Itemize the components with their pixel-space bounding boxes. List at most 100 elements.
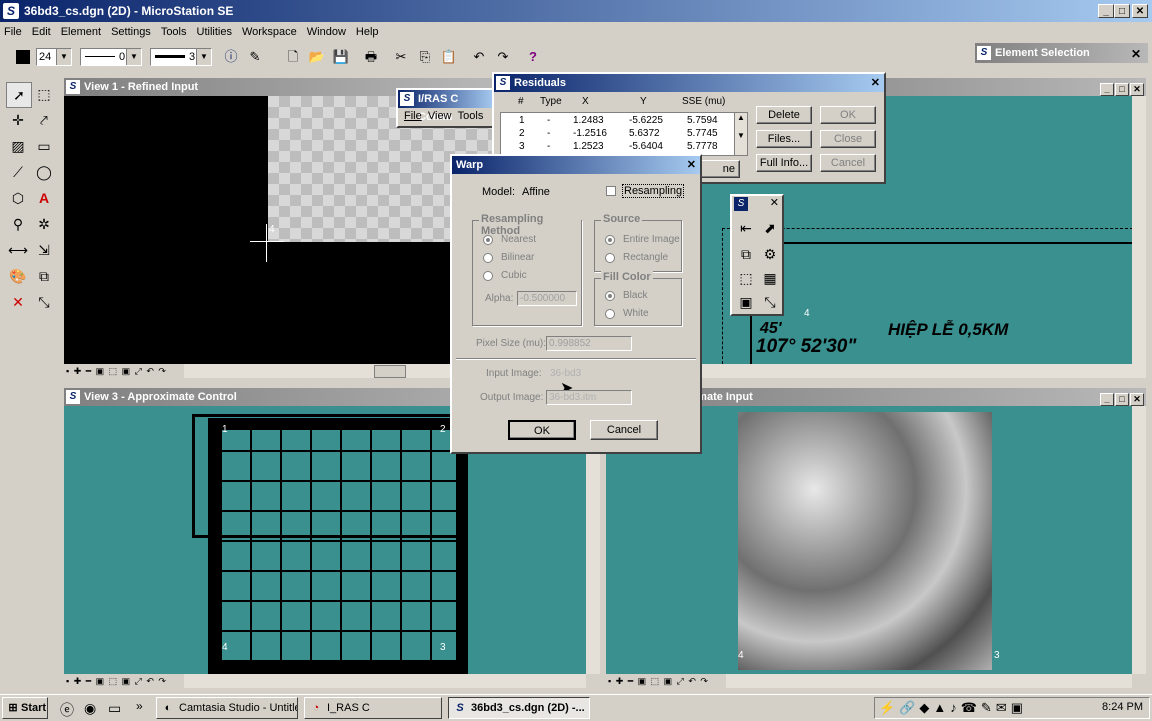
copy-icon[interactable]: ⎘: [414, 46, 436, 68]
cubic-radio[interactable]: [483, 271, 493, 281]
weight-combo[interactable]: 24 ▼: [36, 48, 72, 66]
tray-icons[interactable]: ⚡🔗◆▲♪☎✎✉▣: [879, 700, 1027, 716]
ok-button[interactable]: OK: [508, 420, 576, 440]
line-icon[interactable]: ⟋: [6, 160, 30, 184]
minimize-button[interactable]: _: [1098, 4, 1114, 18]
view-control-icons[interactable]: ▪ ✚ ━ ▣ ⬚ ▣ ⤢ ↶ ↷: [66, 364, 167, 378]
full-info-button[interactable]: Full Info...: [756, 154, 812, 172]
help-icon[interactable]: ?: [522, 46, 544, 68]
cut-icon[interactable]: ✂: [390, 46, 412, 68]
task-microstation[interactable]: S 36bd3_cs.dgn (2D) -...: [448, 697, 590, 719]
output-image-input[interactable]: 36-bd3.itm: [546, 390, 632, 405]
raster-clip-icon[interactable]: ⬚: [734, 266, 758, 290]
delete-button[interactable]: Delete: [756, 106, 812, 124]
new-file-icon[interactable]: 🗋: [282, 46, 304, 68]
key-point-icon[interactable]: ✎: [244, 46, 266, 68]
line-style-combo[interactable]: 0 ▼: [80, 48, 142, 66]
resampling-checkbox[interactable]: [606, 186, 616, 196]
view-4-hscroll[interactable]: [726, 674, 1132, 688]
cancel-button[interactable]: Cancel: [820, 154, 876, 172]
bilinear-radio[interactable]: [483, 253, 493, 263]
place-point-icon[interactable]: ✛: [6, 108, 30, 132]
table-row[interactable]: 2 - -1.2516 5.6372 5.7745: [501, 128, 737, 141]
copy-element-icon[interactable]: ⧉: [32, 264, 56, 288]
palette-title-bar[interactable]: S ✕: [732, 196, 782, 212]
load-raster-icon[interactable]: ⇤: [734, 216, 758, 240]
dimension-icon[interactable]: ⟷: [6, 238, 30, 262]
open-folder-icon[interactable]: 📂: [306, 46, 328, 68]
scroll-thumb[interactable]: [374, 365, 406, 378]
close-icon[interactable]: ✕: [1130, 83, 1144, 96]
menu-utilities[interactable]: Utilities: [192, 22, 237, 42]
warp-title-bar[interactable]: Warp ✕: [452, 156, 700, 174]
redo-icon[interactable]: ↷: [492, 46, 514, 68]
select-arrow-icon[interactable]: ➚: [6, 82, 32, 108]
table-row[interactable]: 1 - 1.2483 -5.6225 5.7594: [501, 115, 737, 128]
chevron-right-icon[interactable]: »: [136, 699, 143, 713]
save-icon[interactable]: 💾: [330, 46, 352, 68]
iras-menu-view[interactable]: View: [428, 110, 452, 122]
element-selection-title-bar[interactable]: S Element Selection ✕: [975, 43, 1148, 63]
minimize-icon[interactable]: _: [1100, 83, 1114, 96]
smartline-icon[interactable]: ⤤: [32, 108, 56, 132]
maximize-button[interactable]: □: [1114, 4, 1130, 18]
close-button[interactable]: ✕: [1132, 4, 1148, 18]
raster-mosaic-icon[interactable]: ▣: [734, 290, 758, 314]
residuals-list[interactable]: 1 - 1.2483 -5.6225 5.7594 2 - -1.2516 5.6372 5.7…: [500, 112, 738, 156]
undo-icon[interactable]: ↶: [468, 46, 490, 68]
cell-icon[interactable]: ⚲: [6, 212, 30, 236]
start-button[interactable]: ⊞ Start: [2, 697, 48, 719]
menu-workspace[interactable]: Workspace: [237, 22, 302, 42]
view-3-hscroll[interactable]: [184, 674, 586, 688]
files-button[interactable]: Files...: [756, 130, 812, 148]
ie-icon[interactable]: ⓔ: [60, 700, 74, 720]
menu-help[interactable]: Help: [351, 22, 384, 42]
circle-icon[interactable]: ◯: [32, 160, 56, 184]
info-icon[interactable]: ⓘ: [220, 46, 242, 68]
scale-icon[interactable]: ⤡: [32, 290, 56, 314]
white-radio[interactable]: [605, 309, 615, 319]
close-icon[interactable]: ✕: [687, 156, 696, 174]
close-button[interactable]: Close: [820, 130, 876, 148]
desktop-icon[interactable]: ▭: [108, 700, 121, 717]
text-icon[interactable]: A: [32, 186, 56, 210]
alpha-input[interactable]: -0.500000: [517, 291, 577, 306]
view-control-icons[interactable]: ▪ ✚ ━ ▣ ⬚ ▣ ⤢ ↶ ↷: [608, 674, 709, 688]
menu-file[interactable]: File: [0, 22, 27, 42]
rectangle-icon[interactable]: ▭: [32, 134, 56, 158]
view-control-icons[interactable]: ▪ ✚ ━ ▣ ⬚ ▣ ⤢ ↶ ↷: [66, 674, 167, 688]
warp-dialog[interactable]: Warp ✕ Model: Affine Resampling Resamplin…: [450, 154, 702, 454]
close-icon[interactable]: ✕: [1130, 393, 1144, 406]
view-2-hscroll[interactable]: [702, 364, 1146, 378]
cancel-button[interactable]: Cancel: [590, 420, 658, 440]
raster-settings-icon[interactable]: ⚙: [758, 242, 782, 266]
task-camtasia[interactable]: ◐ Camtasia Studio - Untitled...: [156, 697, 298, 719]
menu-element[interactable]: Element: [56, 22, 106, 42]
iras-menu-file[interactable]: File: [404, 110, 422, 122]
attributes-icon[interactable]: 🎨: [6, 264, 30, 288]
line-weight-combo[interactable]: 3 ▼: [150, 48, 212, 66]
print-icon[interactable]: 🖶: [360, 46, 382, 68]
paste-icon[interactable]: 📋: [438, 46, 460, 68]
maximize-icon[interactable]: □: [1115, 393, 1129, 406]
menu-settings[interactable]: Settings: [106, 22, 156, 42]
menu-tools[interactable]: Tools: [156, 22, 192, 42]
color-swatch[interactable]: [16, 50, 30, 64]
iras-title-bar[interactable]: S I/RAS C Comm: [398, 90, 494, 123]
snap-icon[interactable]: ✲: [32, 212, 56, 236]
view-2-vscroll[interactable]: [1132, 96, 1146, 364]
raster-tool-palette[interactable]: S ✕ ⇤ ⬈ ⧉ ⚙ ⬚ ▦ ▣ ⤡: [730, 194, 784, 316]
close-icon[interactable]: ✕: [871, 74, 880, 92]
nearest-radio[interactable]: [483, 235, 493, 245]
ok-button[interactable]: OK: [820, 106, 876, 124]
iras-menu-tools[interactable]: Tools: [458, 110, 484, 122]
close-icon[interactable]: ✕: [770, 196, 779, 209]
residuals-title-bar[interactable]: S Residuals ✕: [494, 74, 884, 92]
view-4-vscroll[interactable]: [1132, 406, 1146, 674]
menu-edit[interactable]: Edit: [27, 22, 56, 42]
fence-icon[interactable]: ⬚: [32, 82, 56, 106]
task-iras[interactable]: ◔ I_RAS C: [304, 697, 442, 719]
residuals-scrollbar[interactable]: ▲ ▼: [734, 112, 748, 156]
close-icon[interactable]: ✕: [1131, 44, 1141, 64]
maximize-icon[interactable]: □: [1115, 83, 1129, 96]
